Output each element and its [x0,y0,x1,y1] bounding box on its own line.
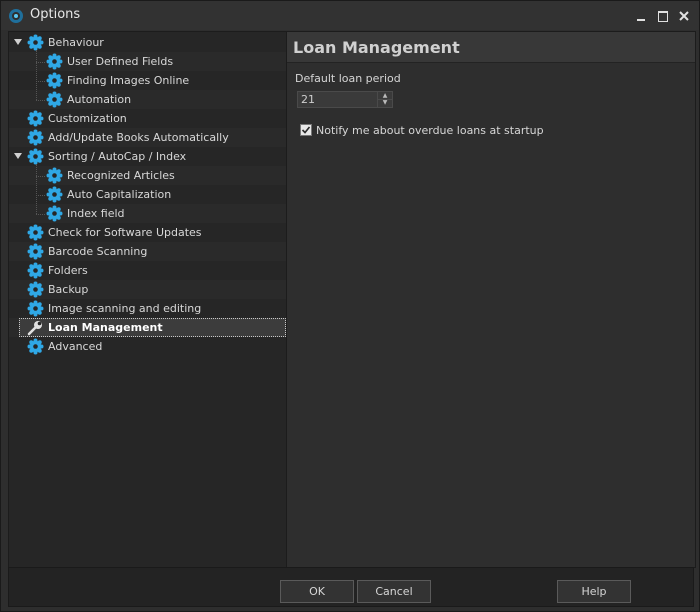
stepper-down-icon[interactable]: ▼ [378,99,392,106]
tree-connector-line [36,50,37,100]
gear-icon [27,110,44,127]
tree-branch-line [36,195,45,196]
tree-item-label: Folders [48,264,88,277]
options-tree: Behaviour User Defined Fields Finding Imag… [9,33,286,356]
window-title: Options [30,7,81,22]
tree-branch-line [36,176,45,177]
tree-item-label: Behaviour [48,36,104,49]
loan-period-stepper[interactable]: 21 ▲ ▼ [297,91,393,108]
help-button[interactable]: Help [557,580,631,603]
maximize-button[interactable] [655,8,671,24]
tree-item-auto-capitalization[interactable]: Auto Capitalization [9,185,286,204]
tree-item-image-scanning-and-editing[interactable]: Image scanning and editing [9,299,286,318]
tree-branch-line [36,100,45,101]
minimize-button[interactable] [633,8,649,24]
gear-icon [27,300,44,317]
tree-item-label: Sorting / AutoCap / Index [48,150,187,163]
gear-icon [46,205,63,222]
options-tree-panel: Behaviour User Defined Fields Finding Imag… [8,31,287,568]
tree-item-label: Recognized Articles [67,169,175,182]
tree-item-label: Barcode Scanning [48,245,148,258]
tree-item-label: Image scanning and editing [48,302,202,315]
tree-item-automation[interactable]: Automation [9,90,286,109]
loan-period-label: Default loan period [295,72,401,85]
expand-arrow-icon[interactable] [13,151,23,161]
tree-item-advanced[interactable]: Advanced [9,337,286,356]
tree-item-label: Finding Images Online [67,74,190,87]
tree-item-folders[interactable]: Folders [9,261,286,280]
stepper-buttons: ▲ ▼ [377,92,392,107]
tree-connector-line [36,164,37,214]
tree-item-recognized-articles[interactable]: Recognized Articles [9,166,286,185]
gear-icon [46,53,63,70]
gear-icon [46,91,63,108]
gear-icon [27,129,44,146]
options-window: Options Behaviour User Defined Fields Find… [0,0,700,612]
gear-icon [27,34,44,51]
section-header: Loan Management [287,32,695,63]
content-panel: Loan Management Default loan period 21 ▲… [286,31,696,568]
tree-item-sorting-autocap-index[interactable]: Sorting / AutoCap / Index [9,147,286,166]
tree-item-loan-management[interactable]: Loan Management [9,318,286,337]
tree-item-label: User Defined Fields [67,55,174,68]
tree-item-customization[interactable]: Customization [9,109,286,128]
ok-button[interactable]: OK [280,580,354,603]
close-button[interactable] [676,8,692,24]
tree-item-barcode-scanning[interactable]: Barcode Scanning [9,242,286,261]
tree-item-finding-images-online[interactable]: Finding Images Online [9,71,286,90]
tree-branch-line [36,81,45,82]
tree-item-label: Automation [67,93,132,106]
dialog-button-bar: OK Cancel Help [8,567,694,607]
tree-item-label: Check for Software Updates [48,226,202,239]
tree-item-behaviour[interactable]: Behaviour [9,33,286,52]
gear-icon [27,224,44,241]
maximize-icon [658,11,668,22]
minimize-icon [637,19,645,21]
gear-icon [46,72,63,89]
tree-item-user-defined-fields[interactable]: User Defined Fields [9,52,286,71]
tree-item-label: Index field [67,207,125,220]
tree-item-label: Add/Update Books Automatically [48,131,229,144]
close-icon [679,11,689,21]
tree-item-label: Advanced [48,340,103,353]
tree-item-add-update-books-automatically[interactable]: Add/Update Books Automatically [9,128,286,147]
tree-item-label: Customization [48,112,127,125]
title-bar[interactable]: Options [1,1,699,30]
tree-branch-line [36,214,45,215]
expand-arrow-icon[interactable] [13,37,23,47]
gear-icon [27,243,44,260]
section-title: Loan Management [293,38,460,57]
wrench-icon [27,321,42,336]
tree-item-label: Loan Management [48,321,163,334]
gear-icon [27,148,44,165]
tree-item-index-field[interactable]: Index field [9,204,286,223]
gear-icon [27,338,44,355]
tree-item-label: Backup [48,283,89,296]
notify-overdue-checkbox[interactable] [300,124,312,136]
tree-item-check-for-software-updates[interactable]: Check for Software Updates [9,223,286,242]
tree-branch-line [36,62,45,63]
gear-icon [46,186,63,203]
app-logo-icon [9,9,23,23]
gear-icon [27,262,44,279]
loan-period-value[interactable]: 21 [301,93,315,106]
checkmark-icon [301,126,311,134]
tree-item-backup[interactable]: Backup [9,280,286,299]
tree-item-label: Auto Capitalization [67,188,172,201]
cancel-button[interactable]: Cancel [357,580,431,603]
gear-icon [46,167,63,184]
gear-icon [27,281,44,298]
notify-overdue-label[interactable]: Notify me about overdue loans at startup [316,124,544,137]
